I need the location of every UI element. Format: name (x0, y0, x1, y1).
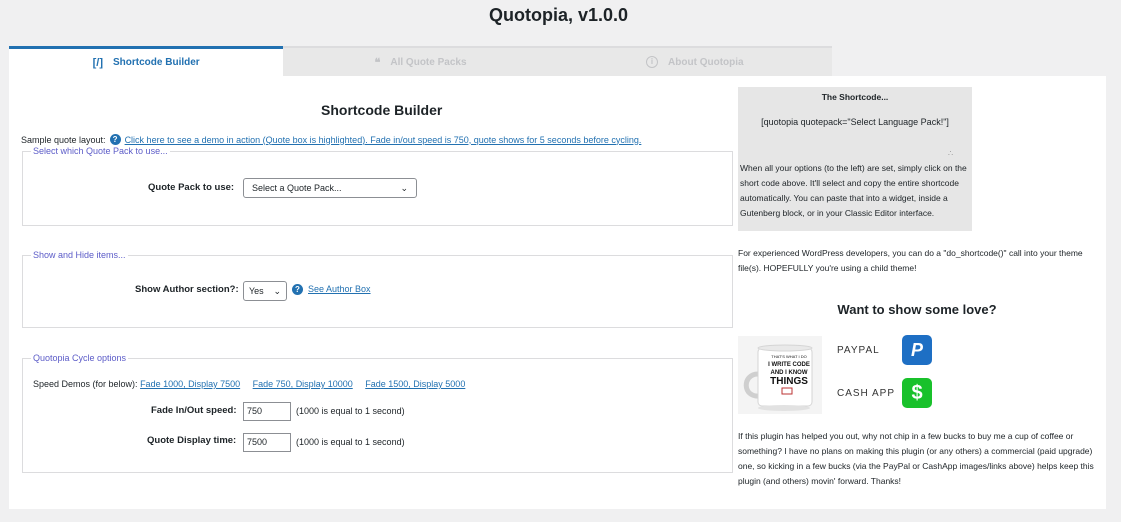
code-icon: [/] (92, 56, 104, 69)
resize-grip-icon[interactable]: ∴ (948, 149, 953, 158)
love-heading: Want to show some love? (837, 302, 997, 317)
chevron-down-icon: ⌄ (400, 182, 408, 193)
tab-label: About Quotopia (668, 56, 744, 68)
section-legend: Quotopia Cycle options (33, 353, 127, 363)
tab-shortcode-builder[interactable]: [/] Shortcode Builder (9, 46, 284, 76)
select-value: Select a Quote Pack... (252, 183, 342, 193)
fade-speed-hint: (1000 is equal to 1 second) (296, 406, 405, 416)
mug-line-4: THINGS (770, 376, 808, 387)
sidebar-column: The Shortcode... [quotopia quotepack="Se… (738, 76, 1103, 509)
tab-about-quotopia[interactable]: i About Quotopia (557, 46, 832, 76)
speed-demo-link[interactable]: Fade 1000, Display 7500 (140, 379, 240, 389)
cashapp-icon[interactable]: $ (902, 378, 932, 408)
cycle-options-section: Quotopia Cycle options Speed Demos (for … (22, 353, 733, 473)
section-legend: Select which Quote Pack to use... (33, 146, 168, 156)
support-text: If this plugin has helped you out, why n… (738, 431, 1094, 486)
tab-all-quote-packs[interactable]: ❝ All Quote Packs (283, 46, 558, 76)
shortcode-title: The Shortcode... (821, 92, 889, 102)
section-legend: Show and Hide items... (33, 250, 126, 260)
chevron-down-icon: ⌄ (273, 285, 281, 296)
quote-pack-section: Select which Quote Pack to use... Quote … (22, 146, 733, 226)
sample-label: Sample quote layout: (21, 134, 106, 145)
shortcode-help-text: When all your options (to the left) are … (740, 163, 967, 218)
shortcode-output[interactable]: [quotopia quotepack="Select Language Pac… (738, 117, 972, 127)
display-time-label: Quote Display time: (147, 435, 237, 446)
select-value: Yes (249, 286, 264, 296)
builder-heading: Shortcode Builder (321, 102, 443, 118)
quote-pack-select[interactable]: Select a Quote Pack... ⌄ (243, 178, 417, 198)
show-author-label: Show Author section?: (135, 284, 239, 295)
paypal-label: PAYPAL (837, 345, 880, 356)
speed-demo-link[interactable]: Fade 750, Display 10000 (253, 379, 353, 389)
demo-link[interactable]: Click here to see a demo in action (Quot… (125, 135, 642, 145)
mug-line-1: THAT'S WHAT I DO (771, 354, 806, 359)
info-icon: i (646, 56, 659, 68)
cashapp-label: CASH APP (837, 388, 896, 399)
content-panel: Shortcode Builder Sample quote layout: ?… (9, 76, 1106, 509)
show-author-select[interactable]: Yes ⌄ (243, 281, 287, 301)
tab-label: All Quote Packs (390, 56, 467, 68)
quote-pack-label: Quote Pack to use: (148, 182, 235, 193)
coffee-mug-image[interactable]: THAT'S WHAT I DO I WRITE CODE AND I KNOW… (738, 336, 822, 414)
paypal-icon[interactable]: P (902, 335, 932, 365)
help-icon: ? (292, 284, 303, 295)
see-author-box-link[interactable]: See Author Box (308, 284, 371, 294)
tab-bar: [/] Shortcode Builder ❝ All Quote Packs … (9, 46, 832, 76)
quote-icon: ❝ (374, 56, 381, 69)
page-title: Quotopia, v1.0.0 (488, 5, 629, 25)
display-time-input[interactable]: 7500 (243, 433, 291, 452)
speed-demos-row: Speed Demos (for below): Fade 1000, Disp… (33, 379, 475, 389)
developer-note: For experienced WordPress developers, yo… (738, 248, 1083, 273)
mug-line-2: I WRITE CODE (768, 362, 810, 368)
show-hide-section: Show and Hide items... Show Author secti… (22, 250, 733, 328)
shortcode-box: The Shortcode... [quotopia quotepack="Se… (738, 87, 972, 231)
display-time-hint: (1000 is equal to 1 second) (296, 437, 405, 447)
builder-column: Shortcode Builder Sample quote layout: ?… (9, 76, 734, 509)
fade-speed-input[interactable]: 750 (243, 402, 291, 421)
speed-demo-link[interactable]: Fade 1500, Display 5000 (365, 379, 465, 389)
tab-label: Shortcode Builder (113, 57, 200, 68)
speed-demos-label: Speed Demos (for below): (33, 379, 138, 389)
help-icon: ? (109, 134, 121, 145)
sample-layout-row: Sample quote layout: ? Click here to see… (21, 134, 641, 145)
fade-speed-label: Fade In/Out speed: (151, 405, 237, 416)
mug-icon: THAT'S WHAT I DO I WRITE CODE AND I KNOW… (743, 344, 813, 411)
